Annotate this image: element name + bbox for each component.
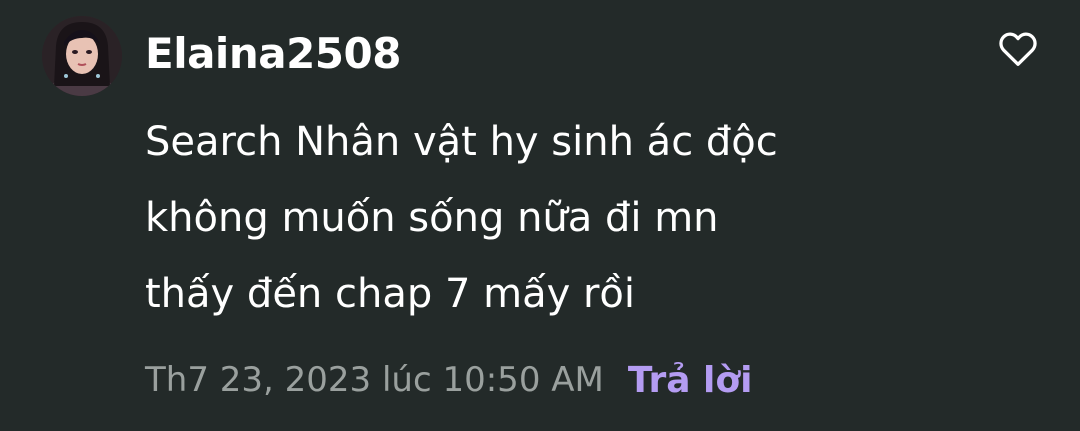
comment-body-line: không muốn sống nữa đi mn	[145, 195, 719, 241]
comment-body-line: thấy đến chap 7 mấy rồi	[145, 271, 636, 317]
avatar-portrait-icon	[42, 16, 122, 96]
reply-button[interactable]: Trả lời	[628, 360, 753, 401]
comment-body: Search Nhân vật hy sinh ác độc không muố…	[145, 104, 965, 332]
heart-outline-icon[interactable]	[995, 25, 1041, 71]
comment-card: Elaina2508 Search Nhân vật hy sinh ác độ…	[0, 0, 1080, 431]
timestamp: Th7 23, 2023 lúc 10:50 AM	[145, 360, 604, 400]
comment-body-line: Search Nhân vật hy sinh ác độc	[145, 119, 778, 165]
comment-meta: Th7 23, 2023 lúc 10:50 AM Trả lời	[145, 348, 752, 412]
username[interactable]: Elaina2508	[145, 22, 401, 86]
avatar[interactable]	[42, 16, 122, 96]
